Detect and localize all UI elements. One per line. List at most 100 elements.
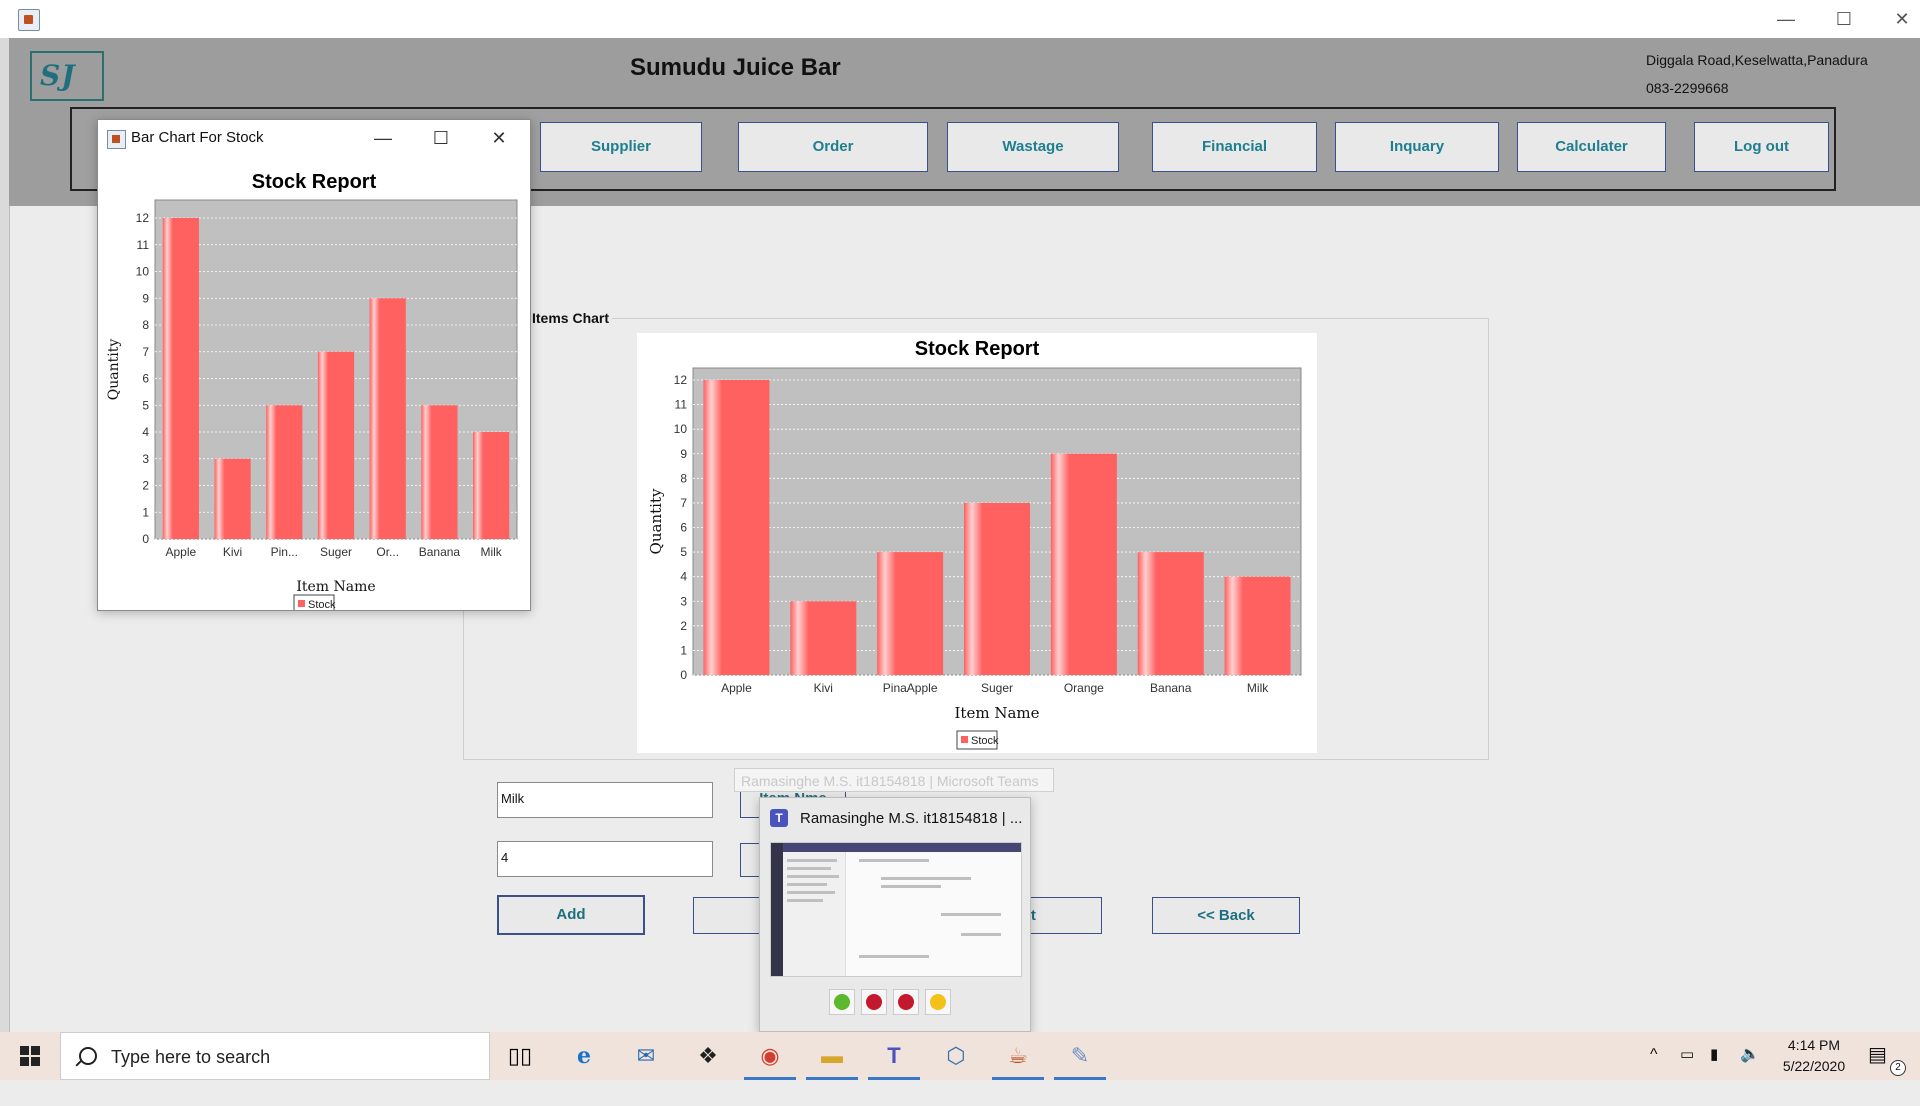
x-tick-label: Apple — [166, 545, 197, 559]
teams-taskbar-icon[interactable]: T — [868, 1038, 920, 1080]
logo: SJ — [30, 51, 104, 101]
away-status-icon[interactable] — [925, 989, 951, 1015]
nav-financial-button[interactable]: Financial — [1152, 122, 1317, 172]
y-axis-label: Quantity — [647, 488, 665, 554]
update-button[interactable] — [693, 897, 763, 934]
y-tick-label: 2 — [680, 619, 687, 633]
y-tick-label: 3 — [680, 594, 687, 608]
y-tick-label: 5 — [142, 398, 149, 412]
y-tick-label: 5 — [680, 545, 687, 559]
y-tick-label: 7 — [142, 345, 149, 359]
search-placeholder: Type here to search — [111, 1047, 271, 1067]
search-icon — [79, 1047, 97, 1065]
teams-tooltip: Ramasinghe M.S. it18154818 | Microsoft T… — [734, 768, 1054, 792]
paint-icon[interactable]: ✎ — [1054, 1038, 1106, 1080]
y-tick-label: 11 — [675, 398, 688, 412]
legend-swatch — [961, 736, 968, 743]
shop-address: Diggala Road,Keselwatta,Panadura — [1646, 52, 1868, 68]
minimize-button[interactable]: — — [1766, 6, 1806, 32]
teams-preview-thumbnail[interactable] — [770, 842, 1022, 977]
bar — [369, 298, 406, 539]
volume-icon[interactable]: 🔈 — [1740, 1044, 1760, 1092]
x-tick-label: Milk — [480, 545, 502, 559]
quantity-field[interactable]: 4 — [497, 841, 713, 877]
notification-count-badge: 2 — [1890, 1060, 1906, 1076]
bar-chart-window-titlebar: Bar Chart For Stock — ☐ ✕ — [98, 120, 530, 156]
nav-supplier-button[interactable]: Supplier — [540, 122, 702, 172]
x-tick-label: Kivi — [814, 681, 833, 695]
x-tick-label: Kivi — [223, 545, 242, 559]
nav-order-button[interactable]: Order — [738, 122, 928, 172]
nav-wastage-button[interactable]: Wastage — [947, 122, 1119, 172]
teams-preview-popup[interactable]: T Ramasinghe M.S. it18154818 | ... — [759, 797, 1031, 1032]
add-button[interactable]: Add — [497, 895, 645, 935]
y-tick-label: 2 — [142, 479, 149, 493]
y-tick-label: 0 — [142, 532, 149, 546]
nav-calculater-button[interactable]: Calculater — [1517, 122, 1666, 172]
task-view-icon[interactable]: ▯▯ — [500, 1038, 540, 1074]
window-titlebar: — ☐ ✕ — [0, 0, 1920, 39]
bar — [1137, 552, 1204, 675]
network-icon[interactable]: ▭ — [1680, 1045, 1694, 1093]
popup-maximize-button[interactable]: ☐ — [426, 125, 456, 151]
notification-icon[interactable]: ▤ — [1868, 1042, 1887, 1090]
bar-chart-window: Bar Chart For Stock — ☐ ✕ Stock Report 0 1… — [97, 119, 531, 614]
back-button[interactable]: << Back — [1152, 897, 1300, 934]
nav-logout-button[interactable]: Log out — [1694, 122, 1829, 172]
maximize-button[interactable]: ☐ — [1824, 6, 1864, 32]
item-name-field[interactable]: Milk — [497, 782, 713, 818]
x-tick-label: PinaApple — [883, 681, 938, 695]
bar — [963, 502, 1031, 675]
chart-title: Stock Report — [252, 171, 377, 193]
x-axis-label: Item Name — [955, 704, 1040, 722]
file-explorer-icon[interactable]: ▬ — [806, 1038, 858, 1080]
busy-status-icon[interactable] — [861, 989, 887, 1015]
y-tick-label: 9 — [680, 447, 687, 461]
tray-chevron-icon[interactable]: ^ — [1650, 1046, 1658, 1094]
bar — [1224, 576, 1291, 675]
y-tick-label: 8 — [680, 471, 687, 485]
bar — [421, 405, 458, 539]
edge-icon[interactable]: e — [564, 1038, 604, 1074]
chart-title: Stock Report — [915, 338, 1040, 360]
popup-close-button[interactable]: ✕ — [484, 125, 514, 151]
legend-label: Stock — [308, 599, 336, 610]
virtualbox-icon[interactable]: ⬡ — [936, 1038, 976, 1074]
y-tick-label: 4 — [142, 425, 149, 439]
bar — [703, 380, 770, 675]
x-tick-label: Orange — [1064, 681, 1104, 695]
x-tick-label: Or... — [376, 545, 399, 559]
java-window-icon — [107, 130, 126, 149]
y-tick-label: 10 — [674, 422, 688, 436]
battery-icon[interactable]: ▮ — [1710, 1045, 1718, 1093]
nav-inquary-button[interactable]: Inquary — [1335, 122, 1499, 172]
taskbar-search-box[interactable]: Type here to search — [60, 1032, 490, 1080]
y-tick-label: 12 — [674, 373, 688, 387]
dropbox-icon[interactable]: ❖ — [688, 1038, 728, 1074]
main-chart-container: Stock Report 0 1 2 3 4 5 6 7 8 9 10 11 12 Apple Kivi Pin… — [637, 333, 1317, 753]
popup-chart-container: Stock Report 0 1 2 3 4 5 6 7 8 9 10 11 12 Apple Kivi Pin… — [98, 156, 530, 614]
chrome-icon[interactable]: ◉ — [744, 1038, 796, 1080]
teams-preview-title: Ramasinghe M.S. it18154818 | ... — [800, 810, 1023, 827]
app-title: Sumudu Juice Bar — [630, 54, 841, 81]
windows-start-icon[interactable] — [0, 1032, 60, 1080]
items-chart-label: Items Chart — [529, 310, 613, 326]
bar — [473, 432, 510, 539]
bar — [214, 458, 251, 539]
do-not-disturb-status-icon[interactable] — [893, 989, 919, 1015]
clock-date[interactable]: 5/22/2020 — [1778, 1058, 1850, 1106]
y-tick-label: 6 — [680, 521, 687, 535]
logo-text: SJ — [40, 59, 76, 92]
java-taskbar-icon[interactable]: ☕ — [992, 1038, 1044, 1080]
y-tick-label: 9 — [142, 291, 149, 305]
legend-label: Stock — [971, 735, 999, 747]
y-tick-label: 1 — [680, 643, 687, 657]
available-status-icon[interactable] — [829, 989, 855, 1015]
popup-minimize-button[interactable]: — — [368, 125, 398, 151]
bar — [790, 601, 857, 675]
close-button[interactable]: ✕ — [1882, 6, 1920, 32]
mail-icon[interactable]: ✉ — [626, 1038, 666, 1074]
y-tick-label: 4 — [680, 570, 687, 584]
x-tick-label: Milk — [1247, 681, 1269, 695]
taskbar: Type here to search ▯▯ e ✉ ❖ ◉ ▬ T ⬡ ☕ ✎… — [0, 1032, 1920, 1080]
